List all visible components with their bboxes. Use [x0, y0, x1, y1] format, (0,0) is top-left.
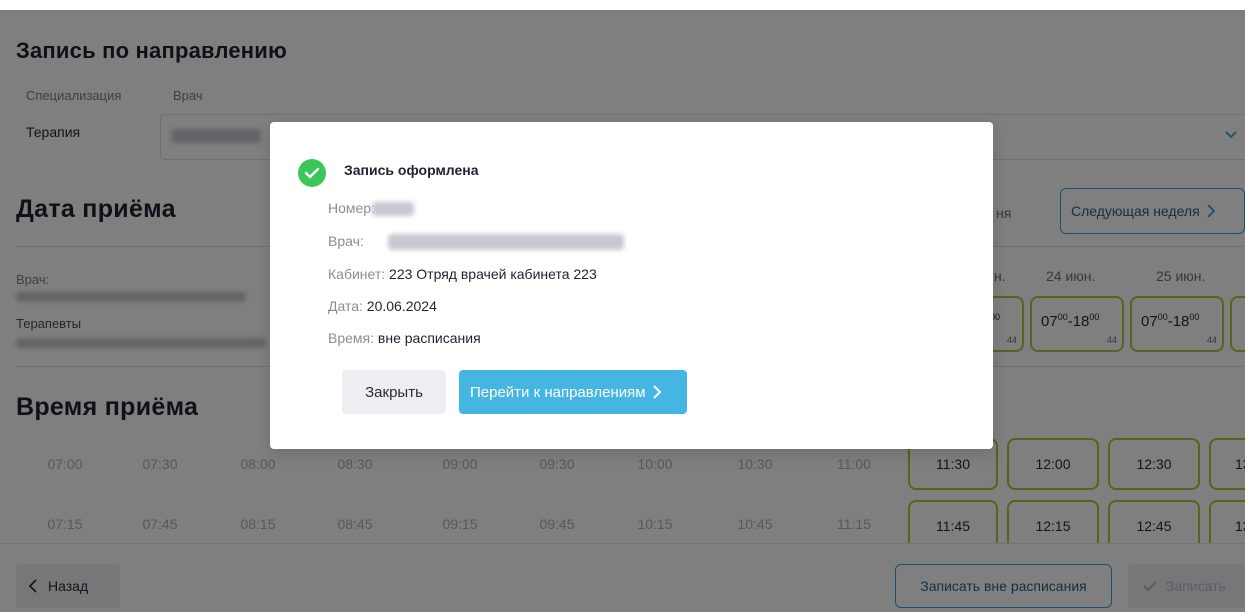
dialog-title: Запись оформлена — [344, 162, 479, 178]
close-button[interactable]: Закрыть — [342, 370, 446, 414]
cabinet-value: 223 Отряд врачей кабинета 223 — [389, 266, 597, 282]
go-to-referrals-button[interactable]: Перейти к направлениям — [459, 370, 687, 414]
number-row: Номер: — [328, 200, 375, 216]
time-label: Время: — [328, 330, 375, 346]
booking-confirmation-dialog: Запись оформлена Номер: Врач: Кабинет: 2… — [270, 122, 993, 449]
chevron-right-icon — [652, 385, 662, 399]
number-label: Номер: — [328, 200, 375, 216]
time-row: Время: вне расписания — [328, 330, 481, 346]
date-row: Дата: 20.06.2024 — [328, 298, 437, 314]
page-root: Запись по направлению Специализация Врач… — [0, 0, 1245, 612]
doctor-label-modal: Врач: — [328, 233, 364, 249]
cabinet-row: Кабинет: 223 Отряд врачей кабинета 223 — [328, 266, 597, 282]
cabinet-label: Кабинет: — [328, 266, 386, 282]
go-label: Перейти к направлениям — [470, 383, 646, 401]
close-label: Закрыть — [365, 383, 423, 401]
redacted-doctor-modal — [388, 234, 624, 250]
date-label: Дата: — [328, 298, 363, 314]
doctor-row: Врач: — [328, 233, 364, 249]
redacted-number — [372, 202, 414, 216]
check-icon — [298, 159, 326, 187]
date-value: 20.06.2024 — [366, 298, 437, 314]
time-value: вне расписания — [377, 330, 481, 346]
